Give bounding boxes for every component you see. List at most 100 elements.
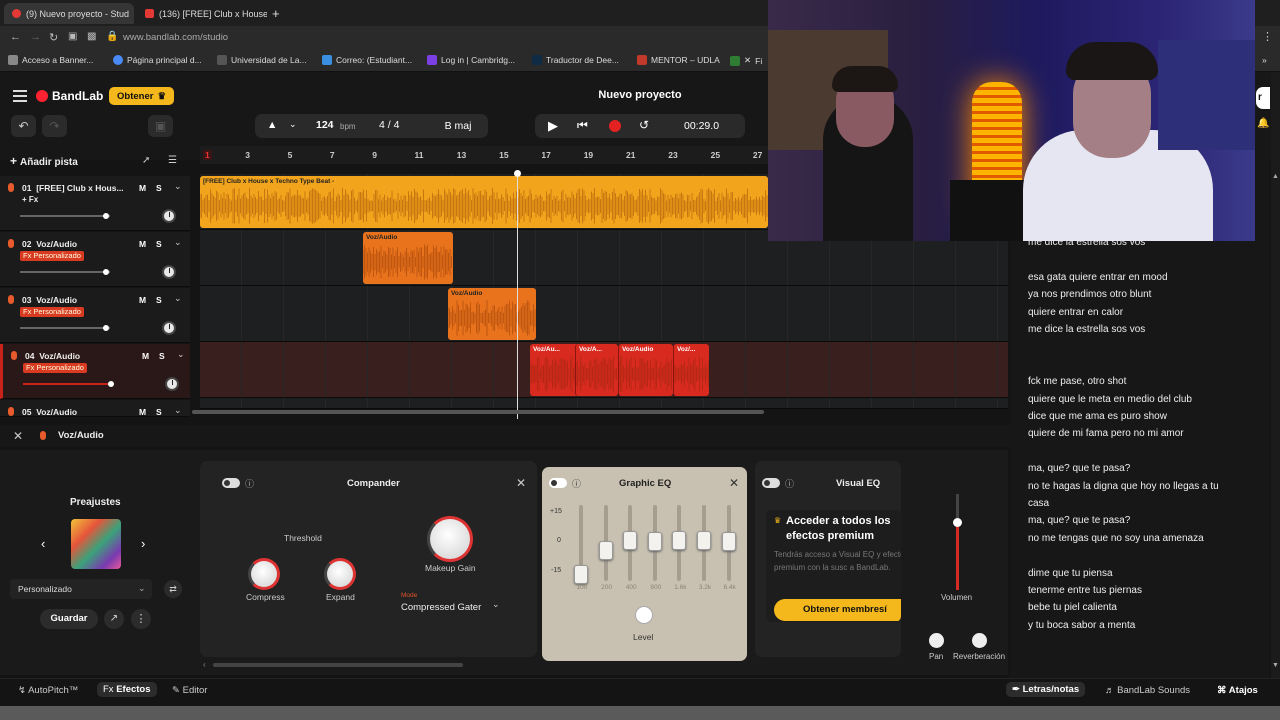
chevron-down-icon[interactable]: ⌄ — [289, 119, 297, 130]
playhead-handle[interactable] — [514, 170, 521, 177]
chevron-left-icon[interactable]: ‹ — [203, 661, 206, 669]
get-membership-button[interactable]: Obtener ♛ — [109, 87, 174, 105]
solo-button[interactable]: S — [156, 407, 162, 417]
browser-menu-icon[interactable]: ⋮ — [1262, 30, 1273, 43]
level-knob[interactable] — [635, 606, 653, 624]
mute-button[interactable]: M — [142, 351, 149, 361]
redo-icon[interactable]: ↷ — [42, 115, 67, 137]
chevron-right-icon[interactable]: › — [141, 536, 145, 551]
audio-clip[interactable]: Voz/A... — [575, 344, 618, 396]
lane-04[interactable]: Voz/Au... Voz/A... Voz/Audio Voz/... — [200, 342, 1008, 398]
track-name[interactable]: 03 Voz/Audio — [22, 295, 77, 305]
track-name[interactable]: 04 Voz/Audio — [25, 351, 80, 361]
preset-select[interactable]: Personalizado ⌄ — [10, 579, 152, 599]
tab-nuevo-proyecto[interactable]: (9) Nuevo proyecto - Stud — [4, 3, 134, 24]
bookmark-fi[interactable]: ✕ Fi — [730, 55, 762, 66]
info-icon[interactable]: ⓘ — [245, 477, 254, 490]
eq-band-handle[interactable] — [647, 532, 662, 552]
volume-slider-handle[interactable] — [103, 212, 110, 219]
reload-icon[interactable]: ↻ — [49, 31, 58, 44]
bookmark-banner[interactable]: Acceso a Banner... — [8, 55, 93, 65]
pan-knob[interactable] — [929, 633, 944, 648]
fx-badge[interactable]: Fx Personalizado — [20, 251, 84, 261]
bookmark-universidad[interactable]: Universidad de La... — [217, 55, 307, 65]
eq-band-handle[interactable] — [598, 540, 613, 560]
track-name[interactable]: 01 [FREE] Club x Hous... — [22, 183, 124, 193]
close-icon[interactable]: ✕ — [729, 476, 739, 490]
preset-artwork[interactable] — [71, 519, 121, 569]
pan-knob[interactable] — [162, 265, 176, 279]
solo-button[interactable]: S — [159, 351, 165, 361]
solo-button[interactable]: S — [156, 239, 162, 249]
lane-05[interactable] — [200, 398, 1008, 409]
pan-knob[interactable] — [165, 377, 179, 391]
chevron-down-icon[interactable]: ⌄ — [174, 237, 182, 248]
compress-knob[interactable] — [248, 558, 280, 590]
record-icon[interactable] — [609, 120, 621, 132]
play-icon[interactable]: ▶ — [548, 118, 558, 134]
volume-handle[interactable] — [953, 518, 962, 527]
eq-band-handle[interactable] — [574, 564, 588, 584]
effects-scrollbar[interactable]: ‹ — [203, 661, 898, 669]
chevron-down-icon[interactable]: ▼ — [1272, 662, 1279, 669]
chevron-down-icon[interactable]: ⌄ — [174, 181, 182, 192]
solo-button[interactable]: S — [156, 183, 162, 193]
bookmark-cambridge[interactable]: Log in | Cambridg... — [427, 55, 515, 65]
visual-eq-toggle[interactable] — [762, 478, 780, 488]
mute-button[interactable]: M — [139, 239, 146, 249]
screenshot-icon[interactable]: ▩ — [87, 31, 96, 42]
graphic-eq-toggle[interactable] — [549, 478, 567, 488]
eq-band-handle[interactable] — [623, 530, 638, 550]
scrollbar-thumb[interactable] — [213, 663, 463, 667]
close-icon[interactable]: ✕ — [516, 476, 526, 490]
bookmark-deepl[interactable]: Traductor de Dee... — [532, 55, 619, 65]
volume-slider-handle[interactable] — [103, 268, 110, 275]
mute-button[interactable]: M — [139, 407, 146, 417]
efectos-tab[interactable]: Fx Efectos — [97, 682, 157, 697]
autopitch-tab[interactable]: ↯ AutoPitch™ — [18, 685, 78, 696]
audio-clip[interactable]: Voz/Audio — [448, 288, 536, 340]
metronome-icon[interactable]: ▲ — [267, 119, 277, 131]
lyrics-tab[interactable]: ✒ Letras/notas — [1006, 682, 1086, 697]
lane-03[interactable]: Voz/Audio — [200, 286, 1008, 342]
track-header[interactable]: 01 [FREE] Club x Hous... M S ⌄ + Fx — [0, 176, 190, 231]
chevron-down-icon[interactable]: ⌄ — [174, 293, 182, 304]
eq-band-handle[interactable] — [672, 530, 687, 550]
volume-slider[interactable] — [20, 212, 110, 219]
info-icon[interactable]: ⓘ — [572, 477, 581, 490]
url-text[interactable]: www.bandlab.com/studio — [123, 32, 228, 43]
bookmark-correo[interactable]: Correo: (Estudiant... — [322, 55, 412, 65]
bookmark-mentor[interactable]: MENTOR – UDLA — [637, 55, 720, 65]
track-header[interactable]: 03 Voz/Audio M S ⌄ Fx Personalizado — [0, 288, 190, 343]
editor-tab[interactable]: ✎ Editor — [172, 685, 207, 696]
lyrics-scrollbar[interactable]: ▲ ▼ — [1271, 72, 1280, 678]
bandlab-logo[interactable]: BandLab — [36, 89, 103, 103]
shuffle-icon[interactable]: ⇄ — [164, 580, 182, 598]
audio-clip[interactable]: Voz/Audio — [363, 232, 453, 284]
audio-clip[interactable]: [FREE] Club x House x Techno Type Beat - — [200, 176, 768, 228]
avatar[interactable]: r — [1256, 87, 1270, 109]
volume-slider-handle[interactable] — [108, 380, 115, 387]
save-preset-button[interactable]: Guardar — [40, 609, 98, 629]
loop-icon[interactable]: ↺ — [639, 118, 649, 132]
mode-select[interactable]: Compressed Gater ⌄ — [392, 590, 510, 620]
mute-button[interactable]: M — [139, 183, 146, 193]
time-signature[interactable]: 4 / 4 — [379, 119, 399, 131]
info-icon[interactable]: ⓘ — [785, 477, 794, 490]
volume-slider[interactable] — [23, 380, 115, 387]
project-title[interactable]: Nuevo proyecto — [560, 89, 720, 101]
tab-youtube[interactable]: (136) [FREE] Club x House — [137, 3, 267, 24]
add-track-button[interactable]: + Añadir pista — [10, 154, 78, 168]
track-header[interactable]: 05 Voz/Audio M S ⌄ — [0, 400, 190, 417]
tab-search-icon[interactable]: ▣ — [68, 31, 77, 42]
solo-button[interactable]: S — [156, 295, 162, 305]
shortcuts-tab[interactable]: ⌘ Atajos — [1217, 685, 1258, 696]
makeup-gain-knob[interactable] — [427, 516, 473, 562]
mixer-icon[interactable]: ☰ — [168, 155, 177, 166]
notifications-icon[interactable]: 🔔 — [1257, 118, 1269, 129]
track-header[interactable]: 04 Voz/Audio M S ⌄ Fx Personalizado — [0, 344, 190, 399]
expand-knob[interactable] — [324, 558, 356, 590]
tempo-value[interactable]: 124 — [316, 119, 334, 131]
chevron-up-icon[interactable]: ▲ — [1272, 173, 1279, 180]
save-icon[interactable]: ▣ — [148, 115, 173, 137]
